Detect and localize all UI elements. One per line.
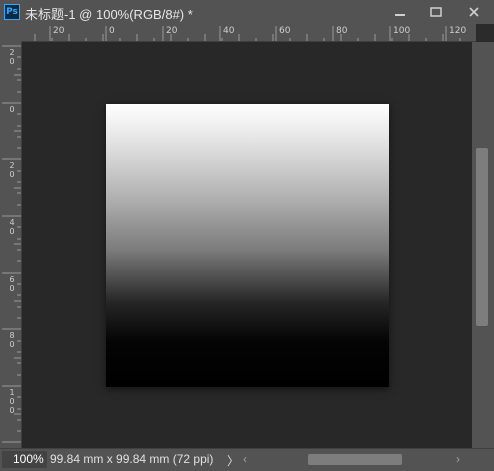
ruler-label: 6 0 [9, 275, 15, 293]
minimize-button[interactable] [382, 0, 418, 24]
ruler-label: 80 [336, 26, 348, 36]
ruler-label: 100 [393, 26, 411, 36]
status-menu-arrow-icon[interactable]: 〉 [227, 452, 239, 469]
ruler-label: 1 0 0 [9, 388, 15, 415]
ruler-label: 2 0 [9, 48, 15, 66]
ruler-label: 20 [166, 26, 178, 36]
ruler-origin[interactable] [0, 24, 22, 42]
vertical-ruler[interactable]: 2 0 0 2 0 4 0 6 0 8 0 1 0 0 [0, 42, 22, 448]
document-title[interactable]: 未标题-1 @ 100%(RGB/8#) * [25, 4, 193, 23]
horizontal-scroll-thumb[interactable] [308, 454, 402, 465]
maximize-button[interactable] [418, 0, 454, 24]
close-icon [469, 7, 479, 17]
close-button[interactable] [456, 0, 492, 24]
maximize-icon [430, 7, 442, 17]
zoom-level-field[interactable]: 100% [2, 451, 47, 468]
ruler-label: 20 [53, 26, 65, 36]
scroll-left-icon[interactable]: ‹ [243, 452, 247, 466]
document-tab-bar[interactable]: Ps 未标题-1 @ 100%(RGB/8#) * [0, 0, 494, 24]
scroll-right-icon[interactable]: › [456, 452, 460, 466]
ruler-label: 2 0 [9, 161, 15, 179]
status-bar: 100% 99.84 mm x 99.84 mm (72 ppi) 〉 ‹ › [0, 448, 494, 471]
document-window: Ps 未标题-1 @ 100%(RGB/8#) * 20 0 20 40 60 … [0, 0, 494, 471]
ruler-label: 60 [279, 26, 291, 36]
ruler-label: 0 [109, 26, 115, 36]
vertical-scrollbar[interactable] [472, 42, 494, 448]
ruler-label: 40 [223, 26, 235, 36]
minimize-icon [395, 14, 405, 16]
document-info: 99.84 mm x 99.84 mm (72 ppi) [50, 452, 214, 466]
horizontal-ruler[interactable]: 20 0 20 40 60 80 100 120 [22, 24, 476, 42]
ruler-label: 0 [9, 105, 15, 114]
vertical-scroll-thumb[interactable] [476, 148, 488, 326]
horizontal-scrollbar[interactable] [256, 453, 452, 466]
ruler-label: 8 0 [9, 331, 15, 349]
ruler-label: 120 [449, 26, 467, 36]
photoshop-icon: Ps [4, 4, 20, 20]
ruler-label: 4 0 [9, 218, 15, 236]
gradient-canvas[interactable] [106, 104, 389, 387]
canvas-workspace[interactable] [22, 42, 472, 448]
